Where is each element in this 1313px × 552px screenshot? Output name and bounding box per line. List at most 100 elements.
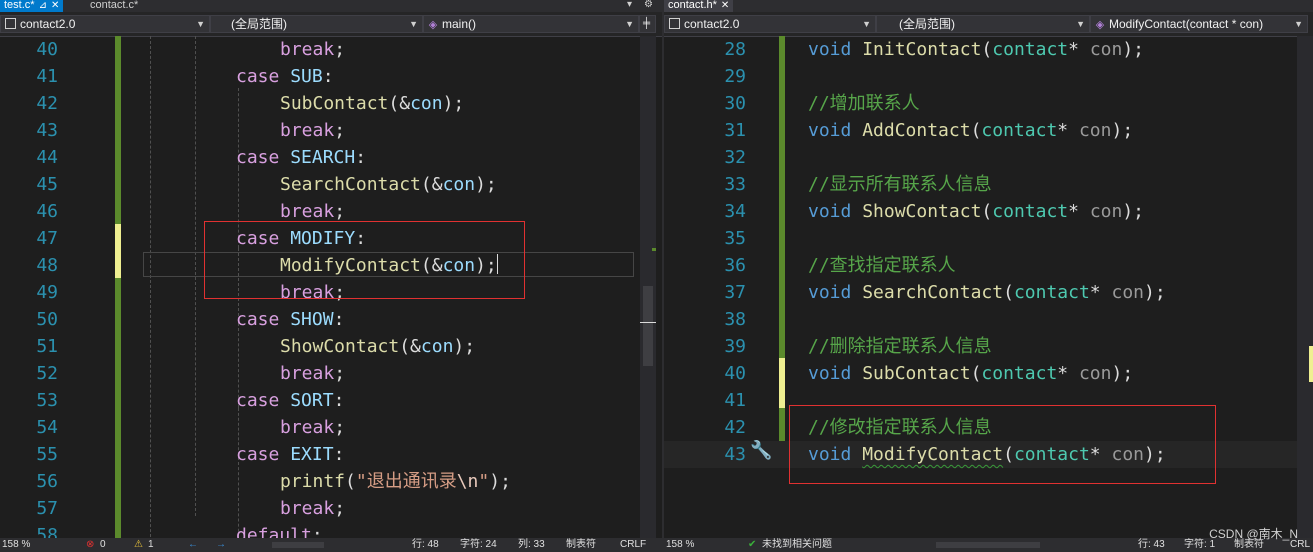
line-number: 44 <box>36 147 58 168</box>
line-number: 43 <box>724 444 746 465</box>
scope-dropdown[interactable]: (全局范围) ▼ <box>210 15 423 33</box>
line-number: 32 <box>724 147 746 168</box>
code-line: 34 void ShowContact(contact* con); <box>664 198 1313 225</box>
chevron-down-icon: ▼ <box>196 19 205 29</box>
line-number: 31 <box>724 120 746 141</box>
tab-test-c[interactable]: test.c* ⊿ ✕ <box>0 0 64 12</box>
function-icon: ◈ <box>1095 19 1105 31</box>
project-dropdown[interactable]: contact2.0 ▼ <box>0 15 210 33</box>
tab-contact-h[interactable]: contact.h* ✕ <box>664 0 734 12</box>
tab-list-dropdown-icon[interactable]: ▾ <box>627 0 632 10</box>
right-tab-strip: contact.h* ✕ <box>664 0 1313 12</box>
error-icon[interactable]: ⊗ <box>86 538 94 552</box>
check-icon: ✔ <box>748 539 757 550</box>
zoom-level[interactable]: 158 % <box>666 538 694 552</box>
line-number: 40 <box>36 39 58 60</box>
code-line: 32 <box>664 144 1313 171</box>
char-indicator[interactable]: 字符: 24 <box>460 538 497 552</box>
split-icon: ╪ <box>643 18 651 29</box>
right-navigation-bar: contact2.0 ▼ (全局范围) ▼ ◈ ModifyContact(con… <box>664 12 1313 37</box>
line-number: 41 <box>36 66 58 87</box>
line-number: 34 <box>724 201 746 222</box>
horizontal-scrollbar-thumb[interactable] <box>936 542 1040 548</box>
right-vertical-scrollbar[interactable] <box>1297 36 1313 538</box>
project-icon <box>669 18 680 29</box>
chevron-down-icon: ▼ <box>862 19 871 29</box>
code-line: 37 void SearchContact(contact* con); <box>664 279 1313 306</box>
caret-marker <box>640 322 656 323</box>
forward-icon[interactable]: → <box>216 538 226 552</box>
right-code-editor[interactable]: 28 void InitContact(contact* con); 29 30/… <box>664 36 1313 538</box>
column-indicator[interactable]: 列: 33 <box>518 538 545 552</box>
code-line: 45 SearchContact(&con); <box>0 171 662 198</box>
tab-label: contact.h* <box>668 0 717 11</box>
code-line: 41 case SUB: <box>0 63 662 90</box>
scrollbar-thumb[interactable] <box>643 286 653 366</box>
eol-indicator[interactable]: CRLF <box>620 538 646 552</box>
line-number: 41 <box>724 390 746 411</box>
code-line: 48 ModifyContact(&con); <box>0 252 662 279</box>
tab-contact-c[interactable]: contact.c* <box>86 0 143 12</box>
line-number: 36 <box>724 255 746 276</box>
split-button[interactable]: ╪ <box>639 15 656 33</box>
watermark: CSDN @南木_N <box>1209 527 1298 541</box>
error-count: 0 <box>100 539 106 550</box>
left-vertical-scrollbar[interactable] <box>640 36 656 538</box>
code-line: 46 break; <box>0 198 662 225</box>
code-line: 33//显示所有联系人信息 <box>664 171 1313 198</box>
project-dropdown[interactable]: contact2.0 ▼ <box>664 15 876 33</box>
scope-dropdown[interactable]: (全局范围) ▼ <box>876 15 1090 33</box>
code-line: 42//修改指定联系人信息 <box>664 414 1313 441</box>
scope-label: (全局范围) <box>899 17 955 31</box>
member-label: main() <box>442 17 477 31</box>
close-icon[interactable]: ✕ <box>51 1 59 11</box>
line-indicator[interactable]: 行: 43 <box>1138 538 1165 552</box>
warning-icon[interactable]: ⚠ <box>134 538 143 552</box>
line-number: 49 <box>36 282 58 303</box>
scope-label: (全局范围) <box>231 17 287 31</box>
line-number: 56 <box>36 471 58 492</box>
member-label: ModifyContact(contact * con) <box>1109 17 1264 31</box>
left-tab-strip: test.c* ⊿ ✕ contact.c* ▾ ⚙ <box>0 0 662 12</box>
quick-actions-screwdriver-icon[interactable]: 🔧 <box>750 440 772 461</box>
line-number: 40 <box>724 363 746 384</box>
function-icon: ◈ <box>428 19 438 31</box>
line-number: 57 <box>36 498 58 519</box>
chevron-down-icon: ▼ <box>1294 19 1303 29</box>
tabs-indicator[interactable]: 制表符 <box>566 538 596 552</box>
back-icon[interactable]: ← <box>188 538 198 552</box>
line-number: 38 <box>724 309 746 330</box>
member-dropdown[interactable]: ◈ ModifyContact(contact * con) ▼ <box>1090 15 1308 33</box>
line-indicator[interactable]: 行: 48 <box>412 538 439 552</box>
code-line: 57 break; <box>0 495 662 522</box>
line-number: 37 <box>724 282 746 303</box>
line-number: 52 <box>36 363 58 384</box>
gear-icon[interactable]: ⚙ <box>644 0 653 10</box>
code-line: 28 void InitContact(contact* con); <box>664 36 1313 63</box>
code-line: 29 <box>664 63 1313 90</box>
text-cursor <box>496 254 498 274</box>
right-editor-pane: contact.h* ✕ contact2.0 ▼ (全局范围) ▼ ◈ Modif… <box>664 0 1313 552</box>
code-line: 42 SubContact(&con); <box>0 90 662 117</box>
chevron-down-icon: ▼ <box>625 19 634 29</box>
close-icon[interactable]: ✕ <box>721 1 729 11</box>
pin-icon[interactable]: ⊿ <box>39 1 47 11</box>
code-line: 43 break; <box>0 117 662 144</box>
code-line: 30//增加联系人 <box>664 90 1313 117</box>
change-marker <box>652 248 656 251</box>
line-number: 51 <box>36 336 58 357</box>
issues-status[interactable]: 未找到相关问题 <box>762 538 832 552</box>
horizontal-scrollbar-thumb[interactable] <box>272 542 324 548</box>
code-line: 41 <box>664 387 1313 414</box>
line-number: 45 <box>36 174 58 195</box>
zoom-level[interactable]: 158 % <box>2 538 30 552</box>
line-number: 46 <box>36 201 58 222</box>
member-dropdown[interactable]: ◈ main() ▼ <box>423 15 639 33</box>
left-status-strip: 158 % ⊗ 0 ⚠ 1 ← → 行: 48 字符: 24 列: 33 制表符… <box>0 538 662 552</box>
line-number: 50 <box>36 309 58 330</box>
code-line: 51 ShowContact(&con); <box>0 333 662 360</box>
line-number: 30 <box>724 93 746 114</box>
left-code-editor[interactable]: 40 break; 41 case SUB: 42 SubContact(&con);… <box>0 36 662 552</box>
code-line: 55 case EXIT: <box>0 441 662 468</box>
project-label: contact2.0 <box>684 17 740 31</box>
